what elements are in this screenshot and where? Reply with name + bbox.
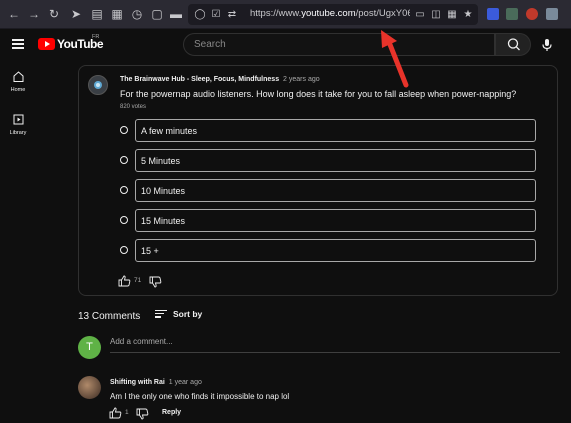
poll-option-label: 15 + <box>141 246 159 256</box>
poll-option[interactable]: A few minutes <box>135 119 536 142</box>
extension-icon[interactable] <box>526 8 538 20</box>
permissions-icon[interactable]: ⇄ <box>224 7 240 23</box>
channel-name[interactable]: The Brainwave Hub - Sleep, Focus, Mindfu… <box>120 76 279 83</box>
comment-like-count: 1 <box>125 409 129 416</box>
youtube-logo-icon[interactable] <box>38 38 55 50</box>
poll-radio[interactable] <box>120 156 128 164</box>
url-prefix: https://www. <box>250 8 302 19</box>
thumbs-down-icon[interactable] <box>149 276 162 288</box>
pin-icon[interactable]: ➤ <box>68 6 84 22</box>
sidebar-item-home[interactable]: Home <box>0 70 36 93</box>
browser-toolbar: ← → ↻ ➤ ▤ ▦ ◷ ▢ ▬ ◯ ☑ ⇄ https://www.yout… <box>0 0 571 29</box>
sidebar-item-library[interactable]: Library <box>0 113 36 136</box>
grid-icon[interactable]: ▦ <box>444 7 460 23</box>
comment-text: Am I the only one who finds it impossibl… <box>110 392 290 401</box>
post-question: For the powernap audio listeners. How lo… <box>120 89 517 99</box>
region-label: FR <box>92 34 100 40</box>
folder-icon[interactable]: ▬ <box>168 6 184 22</box>
vote-count: 820 votes <box>120 104 147 110</box>
home-icon <box>13 71 23 82</box>
url-domain: youtube.com <box>301 8 356 19</box>
extension-icon[interactable] <box>546 8 558 20</box>
mic-icon[interactable] <box>540 38 554 52</box>
poll-option-label: 5 Minutes <box>141 156 181 166</box>
star-icon[interactable]: ★ <box>460 7 476 23</box>
search-input[interactable]: Search <box>183 33 495 56</box>
avatar[interactable]: T <box>78 336 101 359</box>
translate-icon[interactable]: ◫ <box>428 7 444 23</box>
poll-radio[interactable] <box>120 246 128 254</box>
comments-count: 13 Comments <box>78 311 141 322</box>
url-text[interactable]: https://www.youtube.com/post/UgxY061Ky <box>250 8 410 19</box>
annotation-arrow-icon <box>381 30 409 88</box>
youtube-header: YouTube FR Search <box>0 29 571 58</box>
channel-avatar[interactable] <box>88 75 108 95</box>
reload-icon[interactable]: ↻ <box>46 6 62 22</box>
add-comment-underline <box>110 352 560 353</box>
history-icon[interactable]: ◷ <box>129 6 145 22</box>
add-comment-input[interactable]: Add a comment... <box>110 337 173 346</box>
thumbs-up-icon[interactable] <box>118 275 131 287</box>
toolbar-icon[interactable]: ▤ <box>89 6 105 22</box>
back-icon[interactable]: ← <box>6 6 22 22</box>
sort-button[interactable]: Sort by <box>173 309 202 319</box>
sidebar-item-label: Library <box>9 130 27 136</box>
poll-option[interactable]: 10 Minutes <box>135 179 536 202</box>
post-time[interactable]: 2 years ago <box>283 76 320 83</box>
url-bar[interactable]: ◯ ☑ ⇄ https://www.youtube.com/post/UgxY0… <box>188 4 478 25</box>
search-placeholder: Search <box>194 39 226 50</box>
poll-option[interactable]: 5 Minutes <box>135 149 536 172</box>
channel-name-row: The Brainwave Hub - Sleep, Focus, Mindfu… <box>120 76 320 83</box>
poll-radio[interactable] <box>120 126 128 134</box>
forward-icon[interactable]: → <box>26 6 42 22</box>
screenshot-icon[interactable]: ▢ <box>149 6 165 22</box>
comment-time[interactable]: 1 year ago <box>169 379 202 386</box>
thumbs-down-icon[interactable] <box>136 408 149 420</box>
sort-icon[interactable] <box>155 310 167 319</box>
poll-option[interactable]: 15 + <box>135 239 536 262</box>
bookmarks-icon[interactable]: ▦ <box>109 6 125 22</box>
reader-icon[interactable]: ▭ <box>412 7 428 23</box>
poll-option-label: A few minutes <box>141 126 198 136</box>
library-icon <box>13 114 23 125</box>
post-like-count: 71 <box>134 277 142 284</box>
comment-avatar[interactable] <box>78 376 101 399</box>
menu-icon[interactable] <box>12 39 24 49</box>
brain-icon <box>94 81 102 89</box>
reply-button[interactable]: Reply <box>162 409 181 416</box>
thumbs-up-icon[interactable] <box>109 407 122 419</box>
poll-option-label: 15 Minutes <box>141 216 186 226</box>
comment-author-row: Shifting with Rai 1 year ago <box>110 379 202 386</box>
shield-icon[interactable]: ◯ <box>192 7 208 23</box>
sidebar-item-label: Home <box>10 87 26 93</box>
extension-icon[interactable] <box>487 8 499 20</box>
url-path: /post/UgxY061Ky <box>355 8 410 19</box>
poll-option[interactable]: 15 Minutes <box>135 209 536 232</box>
poll-option-label: 10 Minutes <box>141 186 186 196</box>
comment-author[interactable]: Shifting with Rai <box>110 379 165 386</box>
search-icon <box>507 38 520 51</box>
poll-radio[interactable] <box>120 216 128 224</box>
poll-radio[interactable] <box>120 186 128 194</box>
lock-icon[interactable]: ☑ <box>208 7 224 23</box>
extension-icon[interactable] <box>506 8 518 20</box>
search-button[interactable] <box>495 33 531 56</box>
